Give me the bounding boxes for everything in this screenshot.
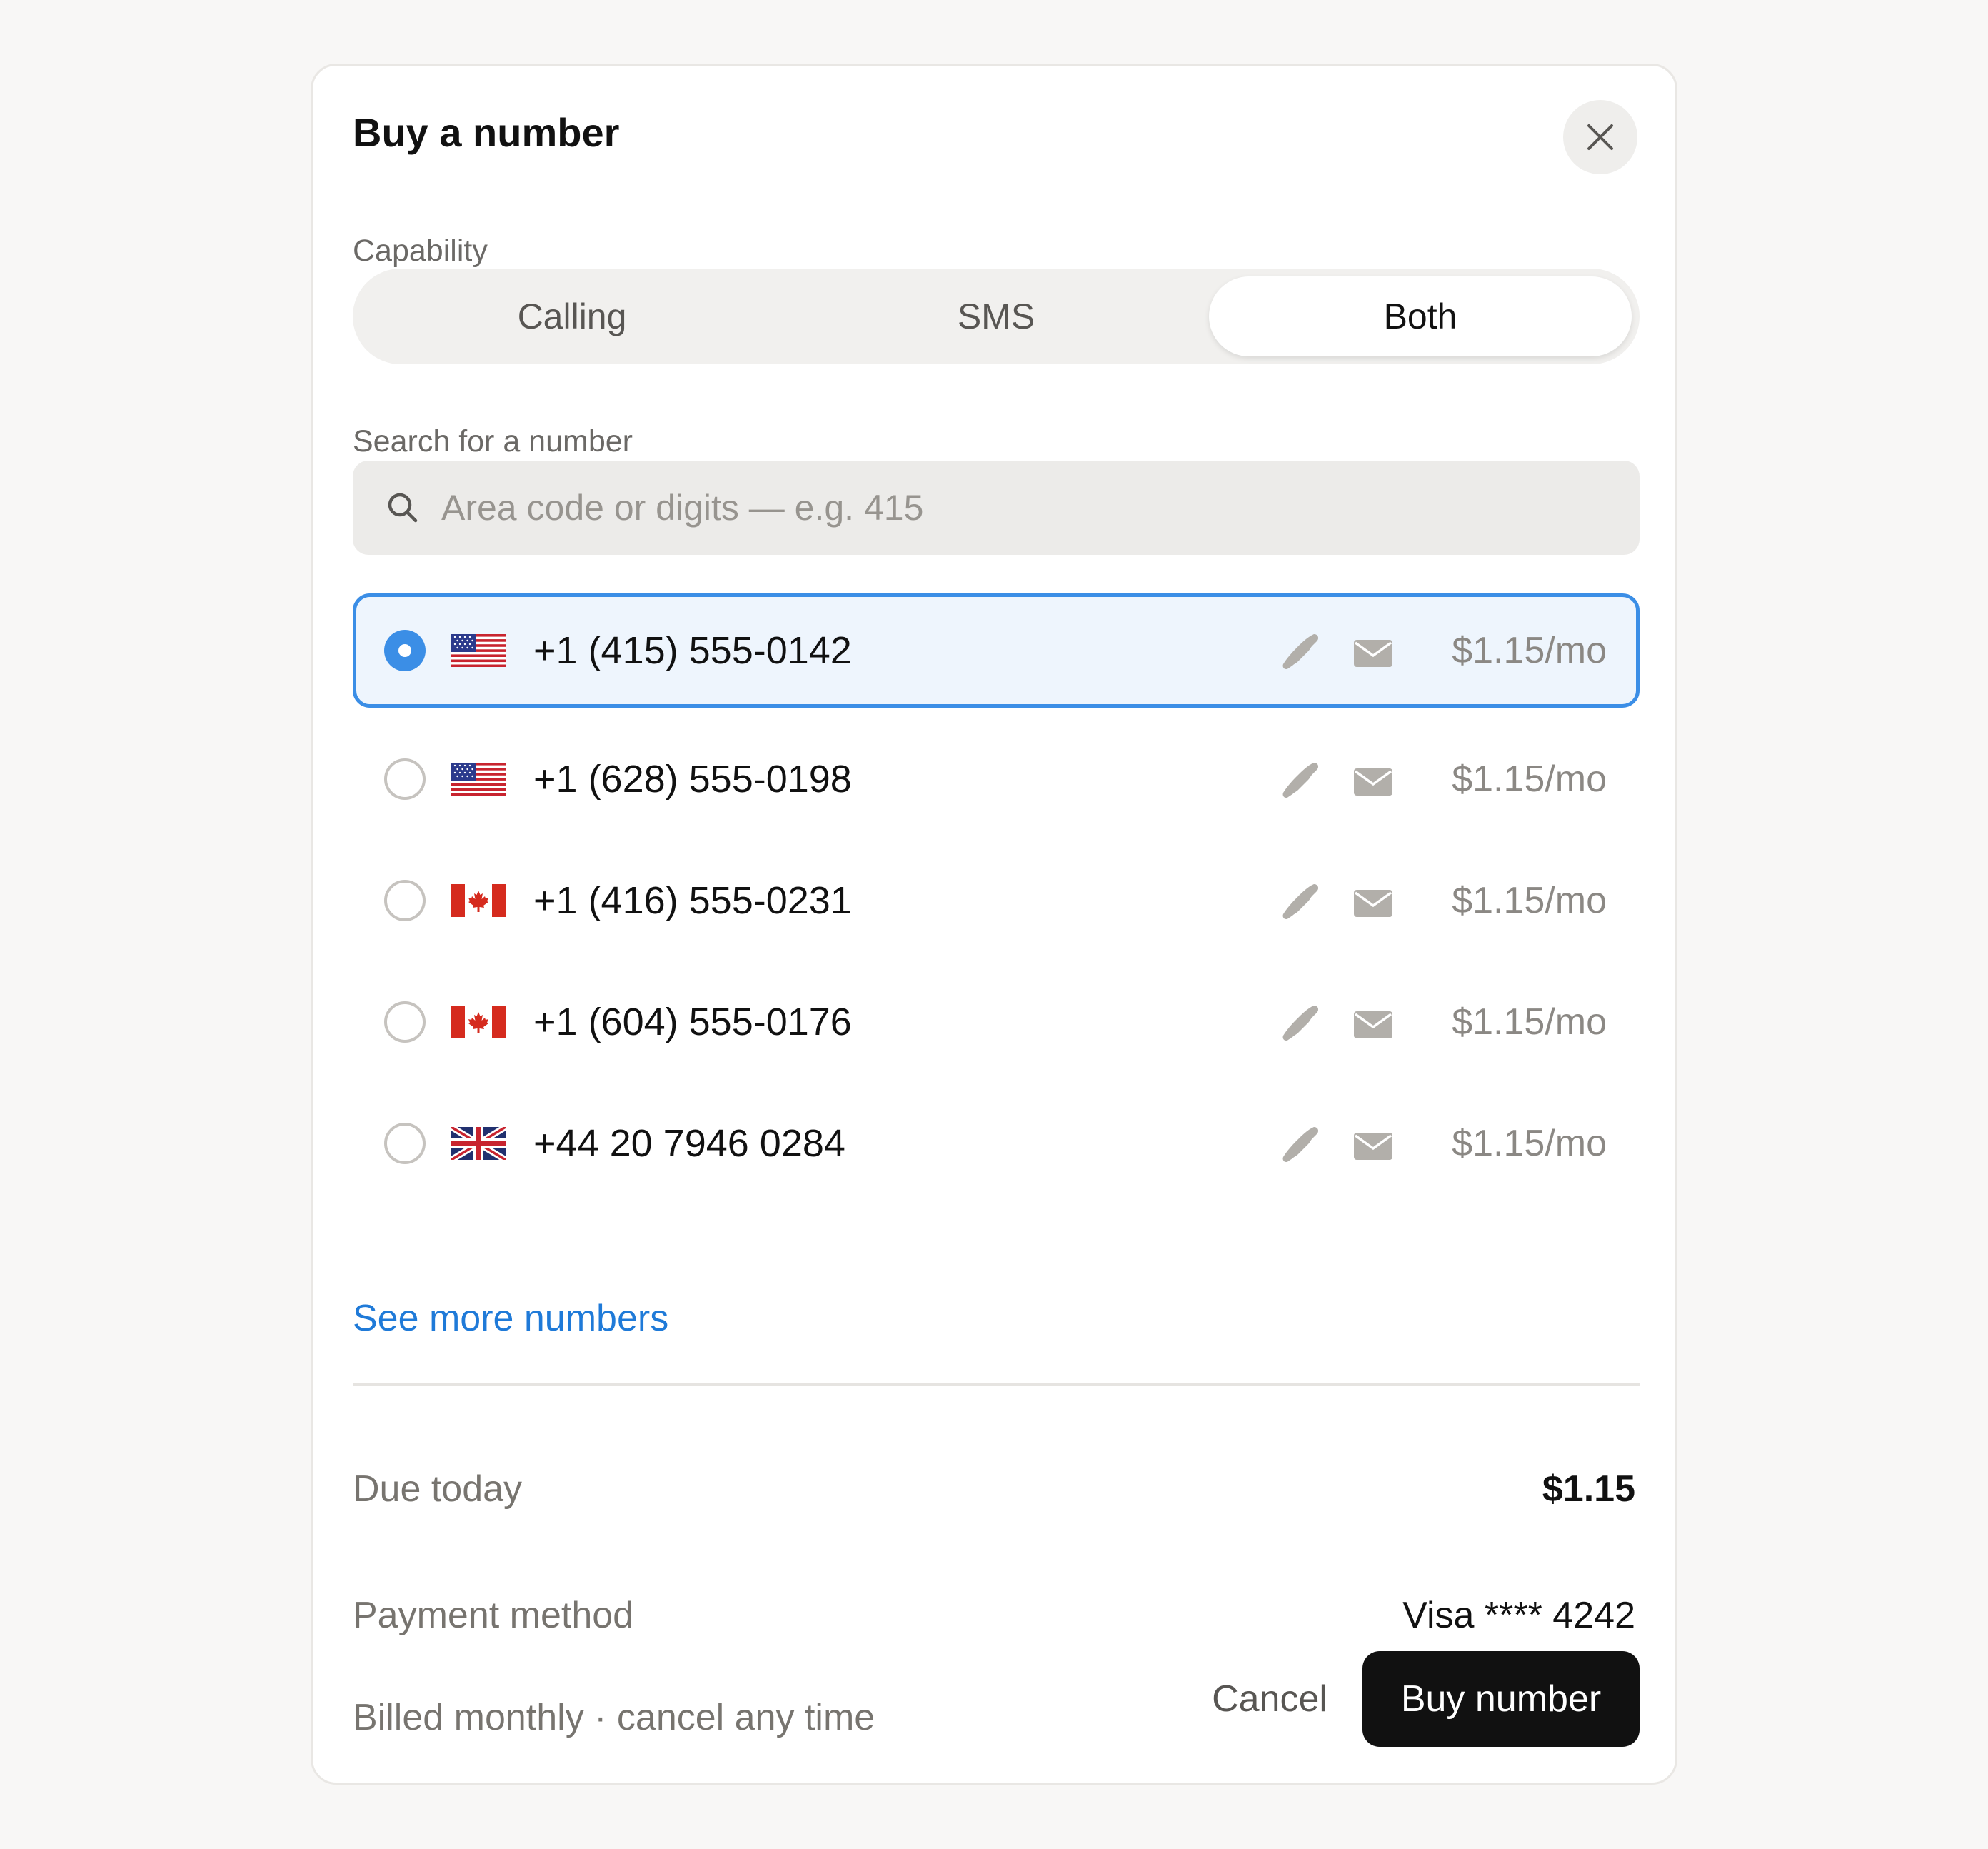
number-row[interactable]: +1 (415) 555-0142 $1.15/mo — [353, 593, 1640, 708]
radio-selected[interactable] — [384, 630, 426, 671]
radio-unselected[interactable] — [384, 1123, 426, 1164]
search-input[interactable] — [441, 461, 1612, 555]
phone-icon — [1282, 884, 1319, 920]
uk-flag-icon — [451, 1127, 506, 1160]
price: $1.15/mo — [1452, 758, 1607, 800]
close-button[interactable] — [1563, 100, 1637, 174]
dialog-title: Buy a number — [353, 110, 620, 155]
billing-note: Billed monthly · cancel any time — [353, 1697, 875, 1738]
ca-flag-icon — [451, 884, 506, 917]
phone-icon — [1282, 1127, 1319, 1163]
number-row[interactable]: +44 20 7946 0284 $1.15/mo — [353, 1086, 1640, 1201]
payment-method-label: Payment method — [353, 1595, 634, 1636]
due-today-label: Due today — [353, 1468, 523, 1510]
see-more-numbers-link[interactable]: See more numbers — [353, 1300, 668, 1337]
search-icon — [388, 493, 418, 523]
phone-number: +1 (628) 555-0198 — [533, 758, 852, 801]
phone-number: +1 (415) 555-0142 — [533, 629, 852, 672]
price: $1.15/mo — [1452, 630, 1607, 671]
phone-number: +44 20 7946 0284 — [533, 1122, 845, 1165]
us-flag-icon — [451, 634, 506, 667]
capability-icons — [1282, 634, 1392, 670]
number-row[interactable]: +1 (416) 555-0231 $1.15/mo — [353, 843, 1640, 958]
radio-unselected[interactable] — [384, 1001, 426, 1043]
price: $1.15/mo — [1452, 880, 1607, 921]
radio-unselected[interactable] — [384, 758, 426, 800]
capability-icons — [1282, 763, 1392, 798]
phone-number: +1 (604) 555-0176 — [533, 1001, 852, 1043]
phone-number: +1 (416) 555-0231 — [533, 879, 852, 922]
cancel-button[interactable]: Cancel — [1191, 1651, 1348, 1747]
buy-number-button[interactable]: Buy number — [1362, 1651, 1640, 1747]
divider — [353, 1383, 1640, 1386]
us-flag-icon — [451, 763, 506, 796]
mail-icon — [1354, 1011, 1392, 1038]
search-label: Search for a number — [353, 424, 633, 459]
payment-method-value: Visa **** 4242 — [1402, 1595, 1635, 1636]
price: $1.15/mo — [1452, 1001, 1607, 1043]
capability-icons — [1282, 1127, 1392, 1163]
buy-number-dialog: Buy a number Capability Calling SMS Both… — [311, 64, 1677, 1785]
due-today-value: $1.15 — [1542, 1468, 1635, 1510]
mail-icon — [1354, 1133, 1392, 1160]
phone-icon — [1282, 1006, 1319, 1041]
capability-icons — [1282, 884, 1392, 920]
capability-icons — [1282, 1006, 1392, 1041]
mail-icon — [1354, 640, 1392, 667]
capability-option-sms[interactable]: SMS — [785, 276, 1208, 356]
capability-option-calling[interactable]: Calling — [361, 276, 783, 356]
capability-option-both[interactable]: Both — [1209, 276, 1632, 356]
phone-icon — [1282, 763, 1319, 798]
number-row[interactable]: +1 (628) 555-0198 $1.15/mo — [353, 722, 1640, 836]
mail-icon — [1354, 890, 1392, 917]
ca-flag-icon — [451, 1006, 506, 1038]
phone-icon — [1282, 634, 1319, 670]
mail-icon — [1354, 768, 1392, 796]
price: $1.15/mo — [1452, 1123, 1607, 1164]
number-row[interactable]: +1 (604) 555-0176 $1.15/mo — [353, 965, 1640, 1079]
capability-label: Capability — [353, 234, 488, 268]
capability-segmented-control: Calling SMS Both — [353, 269, 1640, 364]
close-icon — [1587, 124, 1613, 150]
search-box — [353, 461, 1640, 555]
radio-unselected[interactable] — [384, 880, 426, 921]
